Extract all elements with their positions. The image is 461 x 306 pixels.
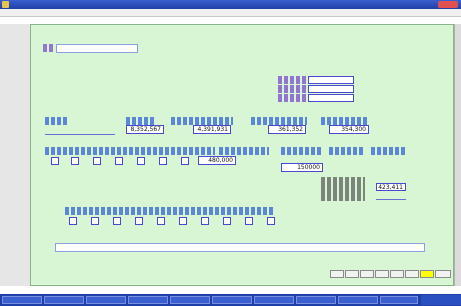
checkbox-3[interactable] [93, 157, 101, 165]
row2-labels [45, 147, 215, 155]
path-field[interactable] [55, 243, 425, 252]
count2-field[interactable] [308, 94, 354, 102]
sidebar [0, 24, 30, 286]
vertical-scrollbar[interactable] [454, 24, 461, 286]
checkbox-11[interactable] [135, 217, 143, 225]
amount-header-4 [251, 117, 307, 125]
fkey-4[interactable] [375, 270, 389, 278]
fkey-8[interactable] [435, 270, 451, 278]
taskbar-item-9[interactable] [338, 296, 378, 304]
taskbar-item-5[interactable] [170, 296, 210, 304]
info-label-1 [278, 76, 306, 84]
row2-label-3 [281, 147, 321, 155]
amount1-field[interactable]: 8,352,567 [126, 125, 164, 134]
checkbox-15[interactable] [223, 217, 231, 225]
checkbox-8[interactable] [69, 217, 77, 225]
row3-labels [65, 207, 275, 215]
close-button[interactable] [438, 1, 458, 8]
checkbox-9[interactable] [91, 217, 99, 225]
amount3-field[interactable]: 361,352 [268, 125, 306, 134]
row2-label-5 [371, 147, 407, 155]
count1-field[interactable] [308, 85, 354, 93]
checkbox-4[interactable] [115, 157, 123, 165]
amount-header-2 [126, 117, 156, 125]
taskbar-item-1[interactable] [2, 296, 42, 304]
checkbox-16[interactable] [245, 217, 253, 225]
function-key-bar [330, 270, 452, 279]
amount7-field[interactable]: 423,411 [376, 183, 406, 191]
checkbox-6[interactable] [159, 157, 167, 165]
row2-label-2 [219, 147, 269, 155]
menu-item-8[interactable] [310, 9, 332, 16]
fkey-2[interactable] [345, 270, 359, 278]
menu-item-10[interactable] [390, 9, 412, 16]
fkey-6[interactable] [405, 270, 419, 278]
menu-item-2[interactable] [28, 9, 62, 16]
lower-empty-line [376, 199, 406, 200]
header-code-field[interactable] [56, 44, 138, 53]
lower-label-3 [321, 193, 365, 201]
checkbox-7[interactable] [181, 157, 189, 165]
taskbar-item-8[interactable] [296, 296, 336, 304]
title-bar [0, 0, 461, 9]
fkey-7[interactable] [420, 270, 434, 278]
menu-item-5[interactable] [190, 9, 212, 16]
checkbox-14[interactable] [201, 217, 209, 225]
window-title [12, 1, 412, 8]
amount2-field[interactable]: 4,391,931 [193, 125, 231, 134]
taskbar [0, 294, 461, 306]
checkbox-13[interactable] [179, 217, 187, 225]
checkbox-1[interactable] [51, 157, 59, 165]
amount-header-1 [45, 117, 67, 125]
row2-label-4 [329, 147, 363, 155]
taskbar-item-3[interactable] [86, 296, 126, 304]
fkey-3[interactable] [360, 270, 374, 278]
menu-item-6[interactable] [230, 9, 252, 16]
fkey-1[interactable] [330, 270, 344, 278]
checkbox-2[interactable] [71, 157, 79, 165]
header-label [43, 44, 53, 52]
taskbar-item-6[interactable] [212, 296, 252, 304]
menu-item-11[interactable] [420, 9, 442, 16]
checkbox-12[interactable] [157, 217, 165, 225]
checkbox-17[interactable] [267, 217, 275, 225]
info-label-3 [278, 94, 306, 102]
menu-item-3[interactable] [110, 9, 132, 16]
lower-label-2 [321, 185, 365, 193]
menu-bar [0, 9, 461, 17]
amount4-field[interactable]: 354,300 [329, 125, 369, 134]
menu-item-4[interactable] [150, 9, 172, 16]
menu-item-1[interactable] [2, 9, 24, 16]
checkbox-10[interactable] [113, 217, 121, 225]
taskbar-item-10[interactable] [380, 296, 418, 304]
fkey-5[interactable] [390, 270, 404, 278]
amount-header-5 [321, 117, 367, 125]
date-field[interactable] [308, 76, 354, 84]
amount-empty-line [45, 134, 115, 135]
amount5-field[interactable]: 480,000 [198, 156, 236, 165]
main-panel: 8,352,567 4,391,931 361,352 354,300 480,… [30, 24, 454, 286]
taskbar-item-7[interactable] [254, 296, 294, 304]
taskbar-item-4[interactable] [128, 296, 168, 304]
checkbox-5[interactable] [137, 157, 145, 165]
info-label-2 [278, 85, 306, 93]
taskbar-clock [421, 295, 461, 305]
app-icon [2, 1, 9, 8]
taskbar-item-2[interactable] [44, 296, 84, 304]
menu-item-7[interactable] [270, 9, 292, 16]
lower-label-1 [321, 177, 365, 185]
menu-item-9[interactable] [350, 9, 372, 16]
amount6-field[interactable]: 150000 [281, 163, 323, 172]
amount-header-3 [171, 117, 233, 125]
